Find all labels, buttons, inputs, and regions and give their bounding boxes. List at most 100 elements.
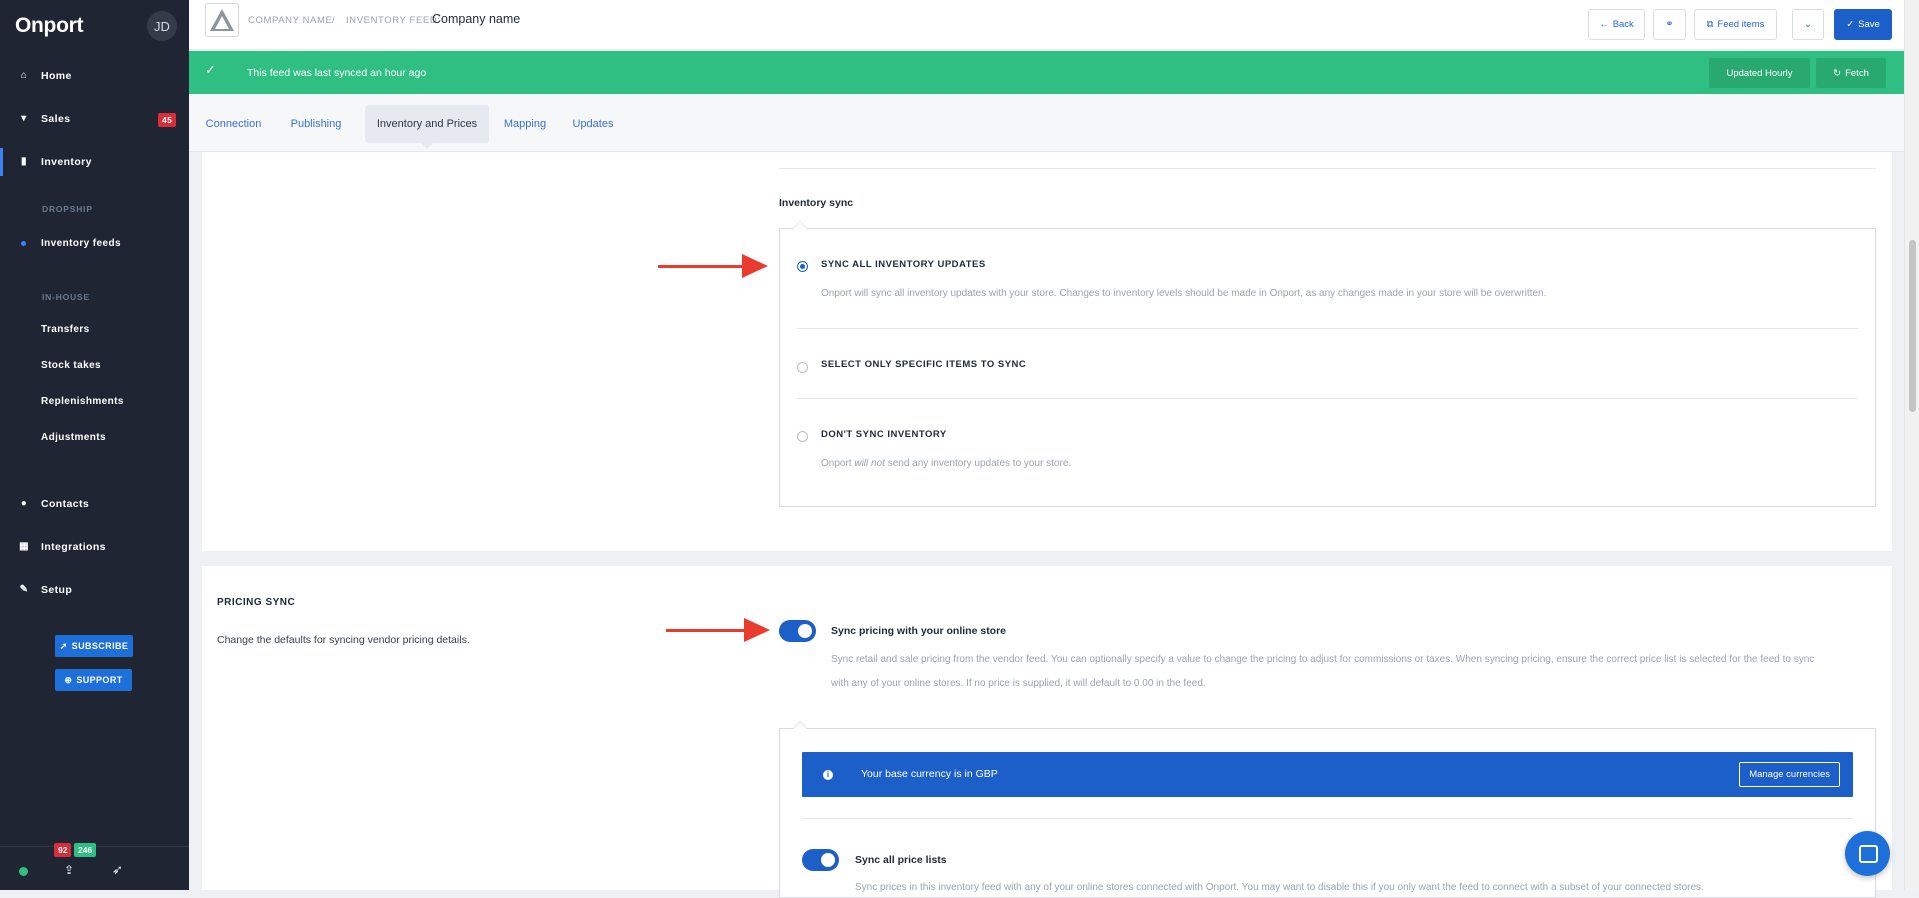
sidebar-item-label: Transfers xyxy=(41,323,90,335)
tab-bar: Connection Publishing Inventory and Pric… xyxy=(189,94,1904,152)
rocket-icon[interactable]: ➶ xyxy=(112,862,123,878)
sync-all-price-lists-label[interactable]: Sync all price lists xyxy=(855,854,947,866)
save-label: Save xyxy=(1858,19,1880,30)
avatar[interactable]: JD xyxy=(147,11,177,41)
external-link-icon: ⧉ xyxy=(1706,19,1714,30)
inventory-sync-options: SYNC ALL INVENTORY UPDATES Onport will s… xyxy=(779,221,1876,507)
person-icon: ● xyxy=(20,498,28,509)
pricing-sync-subheading: Change the defaults for syncing vendor p… xyxy=(217,634,470,646)
back-button[interactable]: ← Back xyxy=(1588,9,1645,40)
section-label-inhouse: IN-HOUSE xyxy=(42,292,90,302)
option-title-sync-all[interactable]: SYNC ALL INVENTORY UPDATES xyxy=(821,259,986,270)
app-logo[interactable]: Onport xyxy=(15,14,83,38)
sync-pricing-desc-line2: with any of your online stores. If no pr… xyxy=(831,678,1206,689)
radio-select-specific[interactable] xyxy=(797,362,808,373)
radio-sync-all[interactable] xyxy=(797,261,808,272)
update-frequency-button[interactable]: Updated Hourly xyxy=(1709,58,1810,88)
header-bar: COMPANY NAME / INVENTORY FEED: Company n… xyxy=(189,0,1904,50)
fetch-button[interactable]: ↻ Fetch xyxy=(1816,58,1886,88)
sync-all-price-lists-desc: Sync prices in this inventory feed with … xyxy=(855,882,1704,893)
link-button[interactable]: ⚭ xyxy=(1653,9,1686,40)
sidebar-item-contacts[interactable]: ● Contacts xyxy=(0,490,189,518)
inventory-sync-title: Inventory sync xyxy=(779,197,854,209)
sidebar-item-inventory[interactable]: ▮ Inventory xyxy=(0,148,189,176)
sidebar-footer: 92 246 ⇪ ➶ xyxy=(0,843,189,890)
currency-info-banner: i Your base currency is in GBP Manage cu… xyxy=(802,752,1853,797)
page-title: Company name xyxy=(432,12,521,26)
chat-launcher-button[interactable] xyxy=(1845,831,1890,876)
check-icon: ✓ xyxy=(1846,19,1855,30)
info-icon: i xyxy=(823,770,833,780)
option-title-dont-sync[interactable]: DON'T SYNC INVENTORY xyxy=(821,429,947,440)
radio-dont-sync[interactable] xyxy=(797,431,808,442)
sync-all-price-lists-toggle[interactable] xyxy=(802,849,839,871)
check-icon: ✓ xyxy=(205,62,216,77)
bookmark-icon: ▮ xyxy=(21,156,27,167)
sidebar-item-sales[interactable]: ▾ Sales 45 xyxy=(0,105,189,133)
save-button[interactable]: ✓ Save xyxy=(1834,9,1892,40)
sidebar-item-home[interactable]: ⌂ Home xyxy=(0,62,189,90)
feed-items-label: Feed items xyxy=(1717,19,1765,30)
breadcrumb-company[interactable]: COMPANY NAME xyxy=(248,15,332,26)
sidebar-item-label: Sales xyxy=(41,113,71,125)
feed-items-button[interactable]: ⧉ Feed items xyxy=(1694,9,1777,40)
grid-icon: ▦ xyxy=(19,541,29,552)
scrollbar-thumb[interactable] xyxy=(1909,240,1916,412)
company-logo-icon xyxy=(210,9,234,31)
breadcrumb-feed-label: INVENTORY FEED: xyxy=(346,15,441,26)
sidebar-item-integrations[interactable]: ▦ Integrations xyxy=(0,533,189,561)
sync-status-banner: ✓ This feed was last synced an hour ago … xyxy=(189,51,1904,94)
tab-mapping[interactable]: Mapping xyxy=(500,105,550,143)
desc-pre: Onport xyxy=(821,458,855,469)
arrow-left-icon: ← xyxy=(1599,19,1609,30)
sidebar-item-stock-takes[interactable]: Stock takes xyxy=(0,351,189,379)
desc-post: send any inventory updates to your store… xyxy=(884,458,1072,469)
sidebar-item-label: Setup xyxy=(41,584,73,596)
sidebar-item-label: Stock takes xyxy=(41,359,101,371)
status-dot xyxy=(19,867,28,876)
company-logo xyxy=(205,3,239,37)
sidebar-item-label: Inventory feeds xyxy=(41,237,121,249)
sidebar-item-label: Contacts xyxy=(41,498,90,510)
tab-publishing[interactable]: Publishing xyxy=(286,105,346,143)
sidebar-item-label: Inventory xyxy=(41,156,92,168)
support-button[interactable]: ⊕ SUPPORT xyxy=(55,669,132,691)
sidebar-item-inventory-feeds[interactable]: Inventory feeds xyxy=(0,229,189,257)
divider xyxy=(797,328,1858,329)
sales-count-badge: 45 xyxy=(158,113,177,127)
notifications-green-badge: 246 xyxy=(74,843,97,857)
help-icon: ⊕ xyxy=(64,674,73,685)
update-frequency-label: Updated Hourly xyxy=(1726,67,1793,79)
rocket-icon: ➚ xyxy=(59,640,68,651)
sync-status-message: This feed was last synced an hour ago xyxy=(247,67,427,79)
sidebar-item-label: Integrations xyxy=(41,541,106,553)
section-label-dropship: DROPSHIP xyxy=(42,204,93,214)
refresh-icon: ↻ xyxy=(1833,67,1842,79)
option-desc-dont-sync: Onport will not send any inventory updat… xyxy=(821,458,1071,469)
sidebar-item-replenishments[interactable]: Replenishments xyxy=(0,387,189,415)
option-title-select-specific[interactable]: SELECT ONLY SPECIFIC ITEMS TO SYNC xyxy=(821,359,1026,370)
tab-connection[interactable]: Connection xyxy=(201,105,266,143)
wrench-icon: ✎ xyxy=(19,584,29,595)
sync-pricing-label[interactable]: Sync pricing with your online store xyxy=(831,625,1006,637)
annotation-arrow xyxy=(658,254,768,278)
more-dropdown-button[interactable]: ⌄ xyxy=(1792,9,1824,40)
tab-updates[interactable]: Updates xyxy=(569,105,617,143)
upload-icon[interactable]: ⇪ xyxy=(64,863,74,877)
fetch-label: Fetch xyxy=(1845,67,1869,79)
subscribe-label: SUBSCRIBE xyxy=(71,641,129,651)
page-scrollbar[interactable] xyxy=(1904,0,1919,890)
tab-inventory-and-prices[interactable]: Inventory and Prices xyxy=(365,105,489,149)
sidebar-item-adjustments[interactable]: Adjustments xyxy=(0,423,189,451)
sidebar-item-label: Replenishments xyxy=(41,395,124,407)
sidebar-item-transfers[interactable]: Transfers xyxy=(0,315,189,343)
option-desc-sync-all: Onport will sync all inventory updates w… xyxy=(821,288,1547,299)
cart-icon: ▾ xyxy=(21,113,27,124)
sync-pricing-toggle[interactable] xyxy=(779,620,816,642)
breadcrumb-separator: / xyxy=(332,15,336,26)
manage-currencies-button[interactable]: Manage currencies xyxy=(1739,762,1840,787)
sidebar-item-setup[interactable]: ✎ Setup xyxy=(0,576,189,604)
subscribe-button[interactable]: ➚ SUBSCRIBE xyxy=(55,635,133,657)
divider xyxy=(797,398,1858,399)
sidebar-item-label: Home xyxy=(41,70,72,82)
